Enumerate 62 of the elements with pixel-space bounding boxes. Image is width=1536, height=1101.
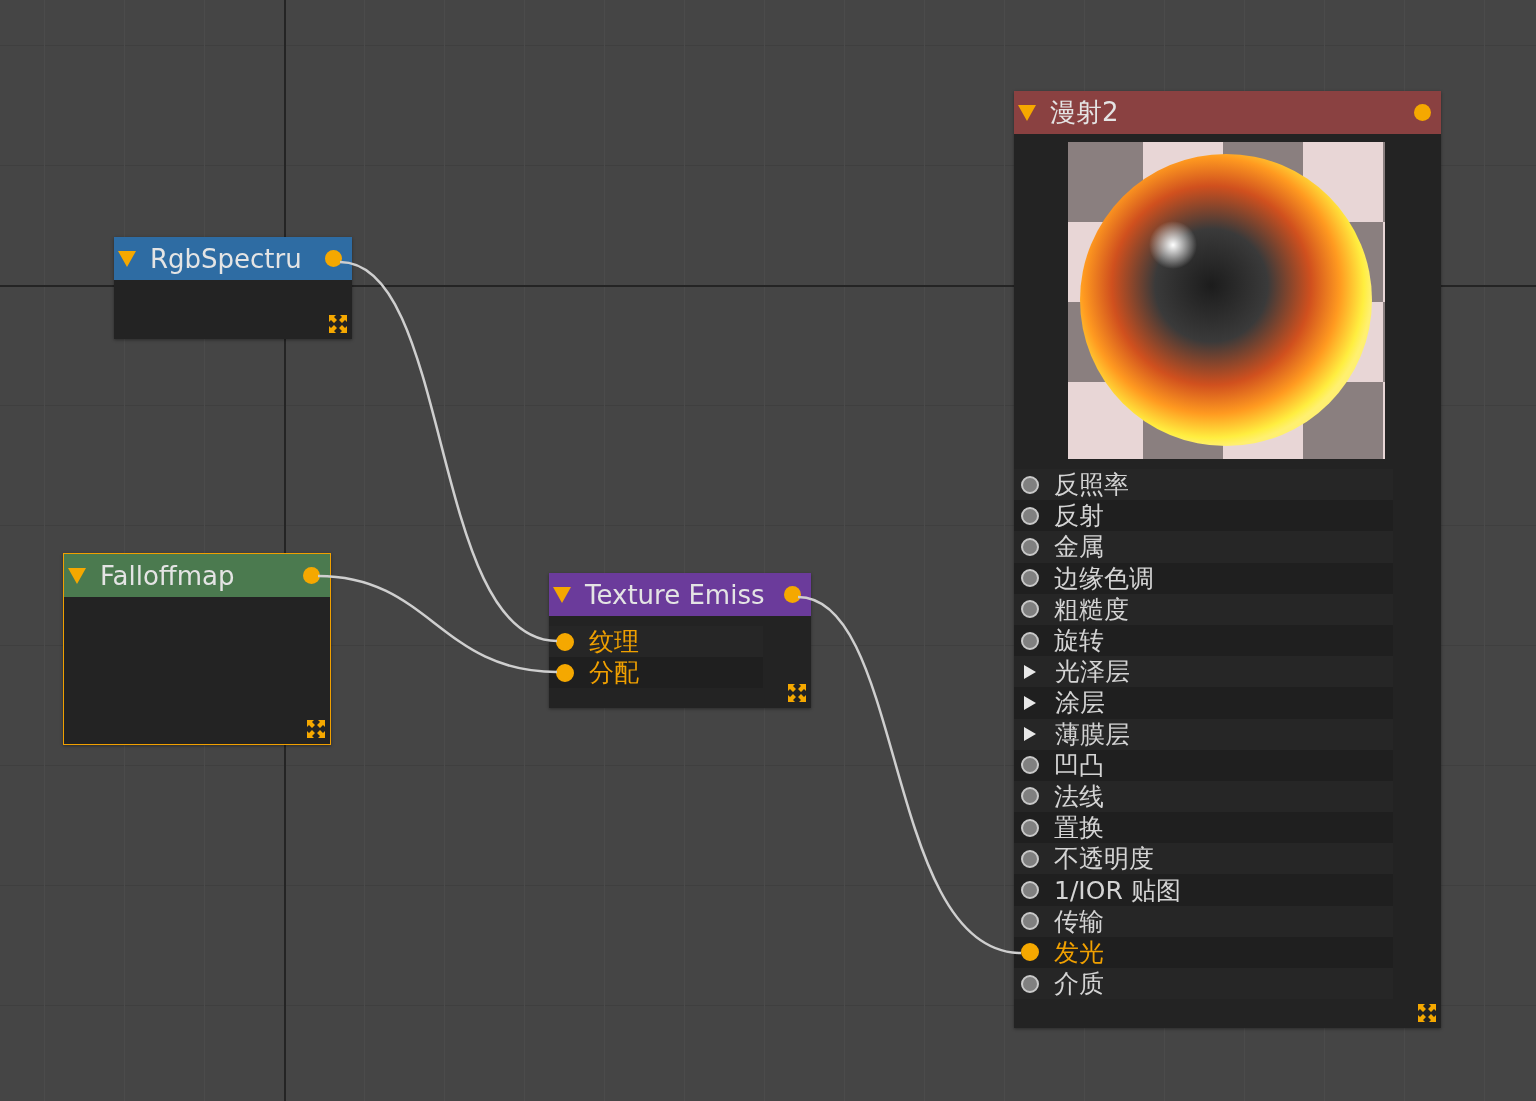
node-header[interactable]: 漫射2: [1014, 91, 1441, 134]
expand-icon[interactable]: [307, 720, 325, 738]
input-label: 介质: [1054, 968, 1104, 1000]
input-pin[interactable]: [556, 632, 574, 651]
collapsed-triangle-icon[interactable]: [1023, 695, 1037, 710]
input-pin[interactable]: [1021, 881, 1039, 900]
node-title: Texture Emiss: [585, 579, 766, 610]
expand-icon[interactable]: [788, 684, 806, 702]
output-pin[interactable]: [1414, 104, 1431, 121]
input-label: 分配: [589, 657, 639, 689]
input-label: 1/IOR 贴图: [1054, 874, 1181, 906]
input-label: 旋转: [1054, 625, 1104, 657]
node-header[interactable]: Falloffmap: [64, 554, 330, 597]
input-pin[interactable]: [1021, 600, 1039, 619]
expand-icon[interactable]: [329, 315, 347, 333]
input-pin[interactable]: [1021, 912, 1039, 931]
collapse-triangle-icon[interactable]: [68, 567, 86, 584]
input-pin[interactable]: [1021, 569, 1039, 588]
input-pin[interactable]: [1021, 818, 1039, 837]
input-label: 反照率: [1054, 469, 1129, 501]
input-label: 传输: [1054, 905, 1104, 937]
input-pin[interactable]: [1021, 943, 1039, 962]
input-label: 反射: [1054, 500, 1104, 532]
output-pin[interactable]: [303, 567, 320, 584]
input-pin[interactable]: [1021, 756, 1039, 775]
node-header[interactable]: Texture Emiss: [549, 573, 811, 616]
node-card[interactable]: Falloffmap: [63, 553, 331, 745]
input-pin[interactable]: [1021, 475, 1039, 494]
input-pin[interactable]: [1021, 849, 1039, 868]
input-label: 凹凸: [1054, 749, 1104, 781]
input-label: 边缘色调: [1054, 562, 1154, 594]
node-title: RgbSpectru: [150, 243, 303, 274]
output-pin[interactable]: [325, 250, 342, 267]
node-title: 漫射2: [1050, 96, 1120, 129]
node-card[interactable]: RgbSpectru: [114, 237, 352, 339]
input-pin[interactable]: [1021, 506, 1039, 525]
node-header[interactable]: RgbSpectru: [114, 237, 352, 280]
input-pin[interactable]: [556, 663, 574, 682]
node-card[interactable]: 漫射2 反照率 反射 金属 边缘色调 粗糙度 旋转 光泽层 涂层 薄膜层 凹凸 法线 置换 不透明度 1/IOR 贴图 传输 发光 介质: [1014, 91, 1441, 1028]
input-pin[interactable]: [1021, 631, 1039, 650]
node-card[interactable]: Texture Emiss 纹理 分配: [549, 573, 811, 708]
expand-icon[interactable]: [1418, 1004, 1436, 1022]
input-label: 不透明度: [1054, 843, 1154, 875]
input-label: 置换: [1054, 812, 1104, 844]
input-label: 金属: [1054, 531, 1104, 563]
collapsed-triangle-icon[interactable]: [1023, 727, 1037, 742]
collapse-triangle-icon[interactable]: [1018, 104, 1036, 121]
input-label: 法线: [1054, 780, 1104, 812]
input-label: 发光: [1054, 936, 1104, 968]
input-group-label[interactable]: 光泽层: [1055, 656, 1130, 688]
input-group-label[interactable]: 涂层: [1055, 687, 1105, 719]
input-pin[interactable]: [1021, 974, 1039, 993]
input-pin[interactable]: [1021, 537, 1039, 556]
collapse-triangle-icon[interactable]: [118, 250, 136, 267]
node-title: Falloffmap: [100, 560, 236, 591]
collapsed-triangle-icon[interactable]: [1023, 664, 1037, 679]
input-pin[interactable]: [1021, 787, 1039, 806]
collapse-triangle-icon[interactable]: [553, 586, 571, 603]
output-pin[interactable]: [784, 586, 801, 603]
input-label: 纹理: [589, 626, 639, 658]
input-group-label[interactable]: 薄膜层: [1055, 718, 1130, 750]
input-label: 粗糙度: [1054, 593, 1129, 625]
